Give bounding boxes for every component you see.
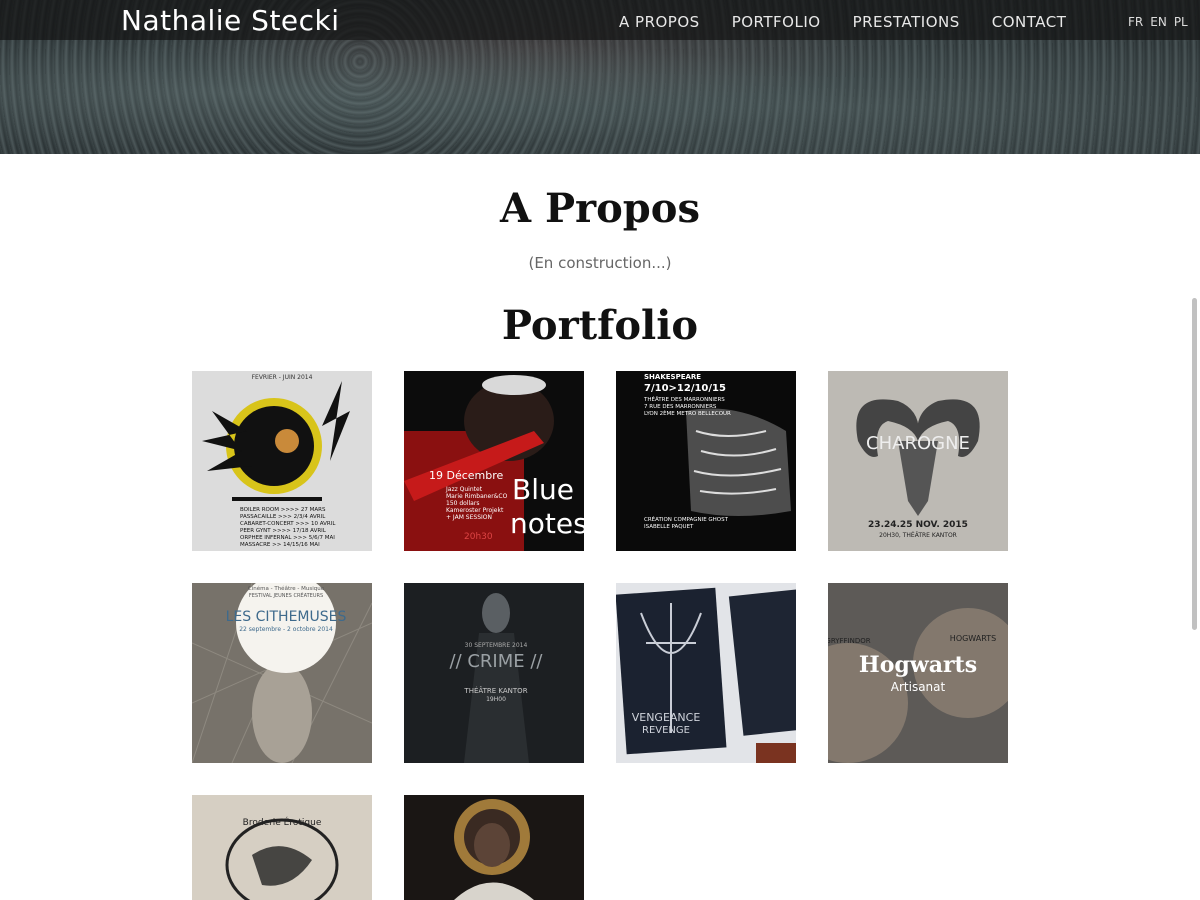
page-scrollbar[interactable] xyxy=(1188,0,1200,900)
nav-portfolio[interactable]: PORTFOLIO xyxy=(732,13,821,31)
svg-text:Marie Rimbaner&CO: Marie Rimbaner&CO xyxy=(446,493,508,500)
svg-text:30 SEPTEMBRE 2014: 30 SEPTEMBRE 2014 xyxy=(465,642,528,649)
svg-text:SHAKESPEARE: SHAKESPEARE xyxy=(644,373,701,381)
svg-text:+ JAM SESSION: + JAM SESSION xyxy=(446,514,492,521)
portfolio-item-les-cithemuses[interactable]: Cinéma - Théâtre - Musique FESTIVAL JEUN… xyxy=(192,583,372,763)
portfolio-item-portrait[interactable] xyxy=(404,795,584,900)
les-cithemuses-image: Cinéma - Théâtre - Musique FESTIVAL JEUN… xyxy=(192,583,372,763)
svg-text:LES CITHEMUSES: LES CITHEMUSES xyxy=(226,609,347,625)
about-title: A Propos xyxy=(500,185,700,232)
svg-text:Broderie Érotique: Broderie Érotique xyxy=(243,816,322,828)
svg-text:BOILER ROOM >>>> 27 MARS: BOILER ROOM >>>> 27 MARS xyxy=(240,507,326,513)
lang-pl[interactable]: PL xyxy=(1174,15,1188,29)
svg-text:150 dollars: 150 dollars xyxy=(446,500,479,507)
svg-text:CRÉATION COMPAGNIE GHOST: CRÉATION COMPAGNIE GHOST xyxy=(644,515,729,523)
blue-notes-image: 19 Décembre Jazz Quintet Marie Rimbaner&… xyxy=(404,371,584,551)
svg-text:PASSACAILLE >>> 2/3/4 AVRIL: PASSACAILLE >>> 2/3/4 AVRIL xyxy=(240,514,326,520)
svg-text:23.24.25 NOV. 2015: 23.24.25 NOV. 2015 xyxy=(868,520,968,530)
item-category: Artisanat xyxy=(890,680,946,694)
svg-text:20h30: 20h30 xyxy=(464,532,493,542)
svg-text:PEER GYNT >>>> 17/18 AVRIL: PEER GYNT >>>> 17/18 AVRIL xyxy=(240,528,327,534)
item-title: Hogwarts xyxy=(858,652,978,678)
scrollbar-thumb[interactable] xyxy=(1192,298,1197,630)
portfolio-item-hogwarts[interactable]: HOGWARTS GRYFFINDOR Hogwarts Artisanat xyxy=(828,583,1008,763)
portfolio-item-crime[interactable]: 30 SEPTEMBRE 2014 // CRIME // THÉÂTRE KA… xyxy=(404,583,584,763)
svg-text:ISABELLE PAQUET: ISABELLE PAQUET xyxy=(644,524,694,530)
svg-text:7/10>12/10/15: 7/10>12/10/15 xyxy=(644,383,726,394)
brand-logo[interactable]: Nathalie Stecki xyxy=(121,4,340,37)
svg-text:THÉÂTRE DES MARRONNIERS: THÉÂTRE DES MARRONNIERS xyxy=(643,395,725,403)
vengeance-image: VENGEANCE REVENGE xyxy=(616,583,796,763)
portfolio-item-vengeance[interactable]: VENGEANCE REVENGE xyxy=(616,583,796,763)
svg-text:VENGEANCE: VENGEANCE xyxy=(632,711,701,724)
broderie-image: Broderie Érotique xyxy=(192,795,372,900)
svg-text:19 Décembre: 19 Décembre xyxy=(429,469,504,482)
lang-fr[interactable]: FR xyxy=(1128,15,1143,29)
svg-text:Cinéma - Théâtre - Musique: Cinéma - Théâtre - Musique xyxy=(248,585,325,592)
portfolio-item-broderie[interactable]: Broderie Érotique xyxy=(192,795,372,900)
svg-text:19H00: 19H00 xyxy=(486,696,506,703)
lang-en[interactable]: EN xyxy=(1150,15,1167,29)
svg-text:Jazz Quintet: Jazz Quintet xyxy=(445,486,483,493)
portrait-image xyxy=(404,795,584,900)
portfolio-item-blue-notes[interactable]: 19 Décembre Jazz Quintet Marie Rimbaner&… xyxy=(404,371,584,551)
svg-text:7 RUE DES MARRONNIERS: 7 RUE DES MARRONNIERS xyxy=(644,404,717,410)
svg-text:CABARET-CONCERT >>> 10 AVRIL: CABARET-CONCERT >>> 10 AVRIL xyxy=(240,521,336,527)
crime-image: 30 SEPTEMBRE 2014 // CRIME // THÉÂTRE KA… xyxy=(404,583,584,763)
svg-text:// CRIME //: // CRIME // xyxy=(450,651,544,672)
svg-text:CHAROGNE: CHAROGNE xyxy=(866,433,970,454)
about-text: (En construction...) xyxy=(528,254,672,272)
hogwarts-overlay: Hogwarts Artisanat xyxy=(828,583,1008,763)
nav-contact[interactable]: CONTACT xyxy=(992,13,1067,31)
main-nav: A PROPOS PORTFOLIO PRESTATIONS CONTACT xyxy=(619,13,1098,31)
portfolio-item-charogne[interactable]: CHAROGNE 23.24.25 NOV. 2015 20H30, THÉÂT… xyxy=(828,371,1008,551)
portfolio-item-concert-poster[interactable]: FEVRIER - JUIN 2014 BOILER ROOM >>>> 27 … xyxy=(192,371,372,551)
svg-text:20H30, THÉÂTRE KANTOR: 20H30, THÉÂTRE KANTOR xyxy=(879,531,957,539)
concert-poster-image: FEVRIER - JUIN 2014 BOILER ROOM >>>> 27 … xyxy=(192,371,372,551)
nav-prestations[interactable]: PRESTATIONS xyxy=(853,13,960,31)
nav-a-propos[interactable]: A PROPOS xyxy=(619,13,700,31)
svg-text:22 septembre - 2 octobre 2014: 22 septembre - 2 octobre 2014 xyxy=(239,626,333,633)
navbar: Nathalie Stecki A PROPOS PORTFOLIO PREST… xyxy=(0,0,1200,40)
portfolio-item-shakespeare[interactable]: SHAKESPEARE 7/10>12/10/15 THÉÂTRE DES MA… xyxy=(616,371,796,551)
svg-text:LYON 2ÈME METRO BELLECOUR: LYON 2ÈME METRO BELLECOUR xyxy=(644,409,731,417)
svg-text:Kameroster Projekt: Kameroster Projekt xyxy=(446,507,504,514)
language-switcher: FR EN PL xyxy=(1128,15,1195,29)
svg-text:ORPHEE INFERNAL >>> 5/6/7 MAI: ORPHEE INFERNAL >>> 5/6/7 MAI xyxy=(240,535,335,541)
shakespeare-image: SHAKESPEARE 7/10>12/10/15 THÉÂTRE DES MA… xyxy=(616,371,796,551)
portfolio-title: Portfolio xyxy=(501,302,699,349)
poster-date: FEVRIER - JUIN 2014 xyxy=(252,374,313,381)
svg-text:FESTIVAL JEUNES CRÉATEURS: FESTIVAL JEUNES CRÉATEURS xyxy=(249,591,323,599)
svg-text:Blue: Blue xyxy=(512,473,574,506)
charogne-image: CHAROGNE 23.24.25 NOV. 2015 20H30, THÉÂT… xyxy=(828,371,1008,551)
svg-text:MASSACRE >> 14/15/16 MAI: MASSACRE >> 14/15/16 MAI xyxy=(240,542,320,548)
svg-text:notes: notes xyxy=(510,507,584,540)
svg-text:REVENGE: REVENGE xyxy=(642,725,690,736)
svg-text:THÉÂTRE KANTOR: THÉÂTRE KANTOR xyxy=(463,686,527,695)
